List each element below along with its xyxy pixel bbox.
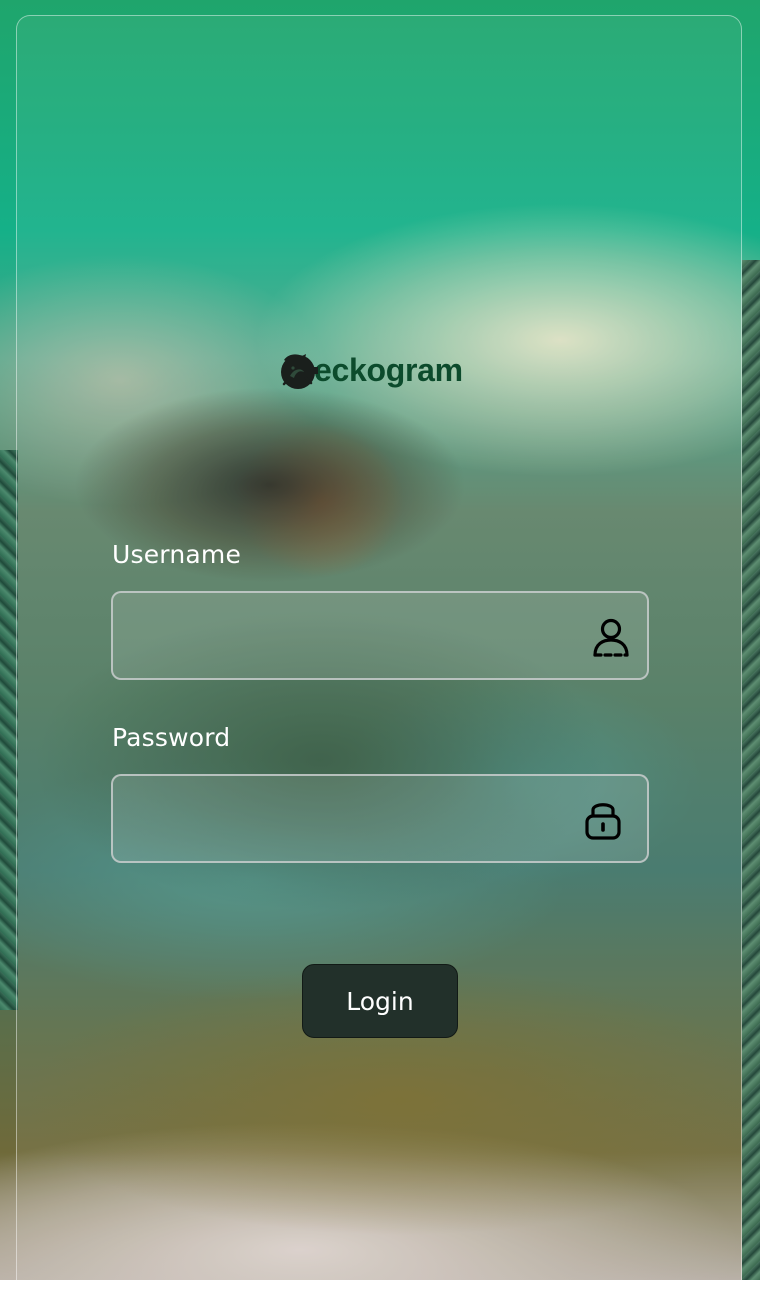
login-button[interactable]: Login bbox=[302, 964, 458, 1038]
gecko-icon bbox=[278, 350, 318, 390]
background-scales-right bbox=[742, 260, 760, 1280]
username-field-box[interactable] bbox=[111, 591, 649, 680]
username-input[interactable] bbox=[113, 593, 573, 678]
password-label: Password bbox=[112, 723, 231, 752]
lock-icon bbox=[583, 798, 627, 842]
password-input[interactable] bbox=[113, 776, 573, 861]
password-field-box[interactable] bbox=[111, 774, 649, 863]
app-logo-text: eckogram bbox=[314, 351, 463, 388]
app-logo: eckogram bbox=[278, 348, 463, 392]
user-icon bbox=[589, 615, 633, 659]
username-label: Username bbox=[112, 540, 242, 569]
